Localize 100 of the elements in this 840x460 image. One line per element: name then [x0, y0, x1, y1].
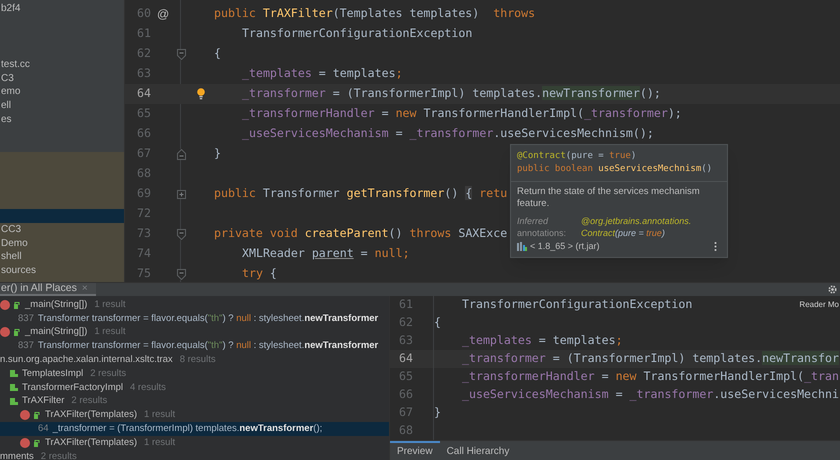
usage-code: Transformer transformer = flavor.equals("th") ? null : stylesheet.newTransformer: [38, 312, 378, 326]
result-label: TrAXFilter(Templates): [45, 436, 138, 450]
line-number: 62: [398, 314, 414, 332]
fold-marker-icon: [176, 228, 186, 240]
result-count: 2 results: [71, 394, 108, 408]
result-row[interactable]: 837 Transformer transformer = flavor.equals("th") ? null : stylesheet.newTransformer: [0, 312, 389, 326]
line-number: 69: [136, 185, 151, 202]
code-line: public Transformer getTransformer() { retu: [214, 185, 508, 202]
result-row[interactable]: TrAXFilter 2 results: [0, 394, 389, 408]
line-number: 64: [136, 85, 151, 102]
fold-marker-icon: [176, 48, 186, 60]
tree-item[interactable]: shell: [0, 250, 124, 264]
tree-item[interactable]: CC3: [0, 222, 124, 237]
line-number: 63: [398, 332, 414, 350]
result-count: 2 results: [90, 366, 126, 381]
method-icon: [0, 327, 10, 338]
library-label: < 1.8_65 > (rt.jar): [530, 240, 600, 253]
expand-marker-icon: [176, 190, 186, 198]
line-number: 61: [136, 25, 151, 42]
code-line: _templates = templates;: [241, 65, 403, 82]
line-number: 67: [136, 145, 151, 162]
result-label: mments: [0, 450, 34, 460]
code-line: private void createParent() throws SAXExce: [214, 225, 508, 242]
result-row[interactable]: _main(String[]) 1 result: [0, 326, 389, 340]
line-number: 837: [18, 312, 34, 326]
tree-item[interactable]: test.cc: [0, 58, 124, 72]
line-number: 64: [38, 422, 49, 436]
result-row[interactable]: TrAXFilter(Templates) 1 result: [0, 408, 389, 422]
class-icon: [10, 396, 18, 406]
line-number: 61: [398, 296, 414, 314]
description-text: Return the state of the services mechanism feature.: [517, 186, 701, 210]
code-line: _transformer = (TransformerImpl) templates.newTransfor: [461, 350, 839, 368]
line-number: 67: [398, 404, 414, 422]
line-number: 64: [398, 350, 414, 368]
tree-item[interactable]: es: [0, 112, 124, 127]
line-number: 75: [136, 265, 151, 282]
result-label: TemplatesImpl: [22, 366, 84, 381]
more-icon[interactable]: [714, 242, 717, 250]
result-count: 4 results: [130, 380, 166, 395]
signature-line: public boolean useServicesMechnism(): [517, 163, 714, 176]
signature-line: @Contract(pure = true): [517, 150, 638, 163]
lock-icon: [34, 438, 41, 447]
result-label: TrAXFilter(Templates): [45, 408, 138, 422]
result-label: _main(String[]): [25, 325, 88, 340]
library-icon: [517, 242, 527, 252]
tree-item[interactable]: Demo: [0, 236, 124, 250]
tree-item[interactable]: sources: [0, 264, 124, 278]
line-number: 60: [136, 5, 151, 22]
tree-item[interactable]: emo: [0, 85, 124, 100]
code-line: _useServicesMechanism = _transformer.useServicesMechni: [461, 386, 839, 404]
tree-item[interactable]: C3: [0, 72, 124, 86]
usage-code: _transformer = (TransformerImpl) templates.newTransformer();: [52, 422, 322, 436]
code-line: try {: [241, 265, 277, 282]
result-row[interactable]: mments 2 results: [0, 450, 389, 460]
code-line: }: [434, 404, 441, 422]
code-line: _transformerHandler = new TransformerHandlerImpl(_transformer);: [241, 105, 682, 122]
result-row[interactable]: TrAXFilter(Templates) 1 result: [0, 436, 389, 450]
line-number: 66: [398, 386, 414, 404]
code-line: TransformerConfigurationException: [461, 296, 692, 314]
panel-tab[interactable]: Call Hierarchy: [440, 441, 516, 460]
result-row[interactable]: 64 _transformer = (TransformerImpl) templates.newTransformer();: [0, 422, 389, 436]
line-number: 72: [136, 205, 151, 222]
line-number: 63: [136, 65, 151, 82]
result-row[interactable]: n.sun.org.apache.xalan.internal.xsltc.trax 8 results: [0, 353, 389, 367]
code-line: {: [214, 45, 221, 62]
tree-item[interactable]: b2f4: [0, 2, 124, 16]
result-count: 1 result: [144, 436, 176, 450]
settings-icon[interactable]: [828, 285, 837, 294]
method-icon: [20, 410, 30, 420]
tab-label: er() in All Places: [1, 280, 77, 296]
lock-icon: [14, 328, 21, 336]
find-tab[interactable]: er() in All Places ×: [0, 283, 96, 296]
result-row[interactable]: TemplatesImpl 2 results: [0, 366, 389, 381]
annotation-value: @org.jetbrains.annotations.: [581, 215, 692, 227]
code-line: _useServicesMechanism = _transformer.useServicesMechnism();: [241, 125, 654, 142]
code-line: }: [214, 145, 221, 162]
method-icon: [0, 300, 10, 310]
result-row[interactable]: TransformerFactoryImpl 4 results: [0, 380, 389, 395]
code-line: _templates = templates;: [461, 332, 623, 350]
usage-code: Transformer transformer = flavor.equals("th") ? null : stylesheet.newTransformer: [38, 339, 378, 354]
line-number: 66: [136, 125, 151, 142]
reader-mode-button[interactable]: Reader Mo: [799, 299, 839, 311]
tree-item[interactable]: ell: [0, 99, 124, 113]
result-count: 8 results: [180, 352, 216, 367]
panel-tab[interactable]: Preview: [390, 441, 440, 460]
lock-icon: [34, 411, 41, 420]
line-number: 74: [136, 245, 151, 262]
method-icon: [20, 438, 30, 448]
class-icon: [10, 383, 18, 392]
line-number: 65: [398, 368, 414, 386]
annotations-label: Inferred annotations:: [517, 215, 568, 239]
result-row[interactable]: 837 Transformer transformer = flavor.equals("th") ? null : stylesheet.newTransformer: [0, 339, 389, 354]
code-line: public TrAXFilter(Templates templates) throws: [214, 5, 536, 22]
class-icon: [10, 369, 18, 378]
result-label: _main(String[]): [25, 298, 88, 312]
result-label: TransformerFactoryImpl: [22, 380, 123, 395]
result-row[interactable]: _main(String[]) 1 result: [0, 298, 389, 312]
line-number: 65: [136, 105, 151, 122]
line-number: 68: [136, 165, 151, 182]
result-count: 2 results: [40, 450, 77, 460]
